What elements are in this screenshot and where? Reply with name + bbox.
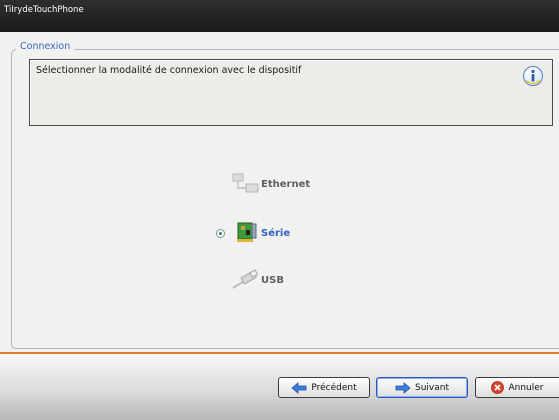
cancel-icon <box>491 381 505 394</box>
instruction-box: Sélectionner la modalité de connexion av… <box>29 59 553 126</box>
option-usb[interactable]: USB <box>231 268 284 292</box>
arrow-left-icon <box>291 381 307 394</box>
previous-label: Précédent <box>311 382 357 393</box>
window-title: TiIrydeTouchPhone <box>4 5 84 15</box>
arrow-right-icon <box>395 381 411 394</box>
group-legend: Connexion <box>16 41 75 52</box>
main-content: Connexion Sélectionner la modalité de co… <box>0 32 559 352</box>
footer-bar: Précédent Suivant Annuler <box>0 354 559 420</box>
previous-button[interactable]: Précédent <box>278 377 370 398</box>
serial-card-icon <box>237 222 257 242</box>
cancel-button[interactable]: Annuler <box>475 377 559 398</box>
usb-cable-icon <box>232 269 259 289</box>
title-bar: TiIrydeTouchPhone <box>0 0 559 32</box>
option-serie-label: Série <box>261 227 291 239</box>
option-ethernet[interactable]: Ethernet <box>231 172 310 196</box>
info-icon <box>523 66 543 86</box>
next-label: Suivant <box>415 382 449 393</box>
next-button[interactable]: Suivant <box>376 377 468 398</box>
instruction-text: Sélectionner la modalité de connexion av… <box>36 65 302 76</box>
serie-radio[interactable] <box>216 228 225 238</box>
option-ethernet-label: Ethernet <box>261 178 311 190</box>
option-usb-label: USB <box>261 274 284 286</box>
option-serie[interactable]: Série <box>216 221 290 245</box>
network-icon <box>232 173 259 193</box>
cancel-label: Annuler <box>508 382 544 393</box>
